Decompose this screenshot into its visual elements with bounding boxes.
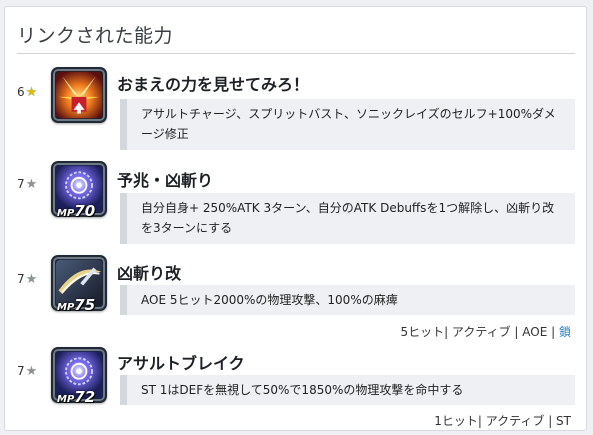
gray-star-icon: ★ bbox=[25, 272, 38, 287]
rank-number: 6 bbox=[17, 85, 25, 99]
ability-description: AOE 5ヒット2000%の物理攻撃、100%の麻痺 bbox=[120, 285, 575, 315]
rainbow-star-icon: ★ bbox=[25, 85, 38, 100]
ability-description: 自分自身+ 250%ATK 3ターン、自分のATK Debuffsを1つ解除し、… bbox=[120, 193, 575, 244]
gray-star-icon: ★ bbox=[25, 177, 38, 192]
ability-meta: 5ヒット| アクティブ | AOE | 鎖 bbox=[400, 323, 571, 340]
section-title: リンクされた能力 bbox=[17, 25, 174, 47]
mp-label: MP bbox=[57, 394, 75, 405]
mp-cost: MP75 bbox=[57, 295, 95, 314]
mp-label: MP bbox=[57, 302, 75, 313]
chain-link[interactable]: 鎖 bbox=[559, 325, 571, 339]
ability-rank: 6★ bbox=[17, 85, 37, 100]
ability-name[interactable]: アサルトブレイク bbox=[117, 350, 245, 374]
ability-rank: 7★ bbox=[17, 272, 37, 287]
mp-cost: MP72 bbox=[57, 387, 95, 406]
rank-number: 7 bbox=[17, 177, 25, 191]
ability-description: アサルトチャージ、スプリットバスト、ソニックレイズのセルフ+100%ダメージ修正 bbox=[120, 99, 575, 150]
ability-name[interactable]: 凶斬り改 bbox=[117, 260, 181, 284]
mp-value: 72 bbox=[74, 388, 96, 406]
ability-meta: 1ヒット| アクティブ | ST bbox=[434, 414, 571, 428]
burst-attack-icon[interactable] bbox=[51, 67, 107, 123]
mp-cost: MP70 bbox=[57, 201, 95, 220]
ability-name[interactable]: おまえの力を見せてみろ！ bbox=[117, 71, 309, 95]
rank-number: 7 bbox=[17, 272, 25, 286]
mp-value: 75 bbox=[74, 296, 96, 314]
rank-number: 7 bbox=[17, 364, 25, 378]
ability-meta-text: 5ヒット| アクティブ | AOE | bbox=[400, 325, 559, 339]
ability-name[interactable]: 予兆・凶斬り bbox=[117, 167, 213, 191]
ability-rank: 7★ bbox=[17, 364, 37, 379]
linked-abilities-panel: リンクされた能力 6★ おまえの力を見せてみろ！ アサルトチャージ、スプリットバ… bbox=[4, 6, 587, 431]
mp-label: MP bbox=[57, 208, 75, 219]
gray-star-icon: ★ bbox=[25, 364, 38, 379]
title-divider bbox=[17, 53, 575, 54]
ability-description: ST 1はDEFを無視して50%で1850%の物理攻撃を命中する bbox=[120, 375, 575, 405]
mp-value: 70 bbox=[74, 202, 96, 220]
ability-rank: 7★ bbox=[17, 177, 37, 192]
